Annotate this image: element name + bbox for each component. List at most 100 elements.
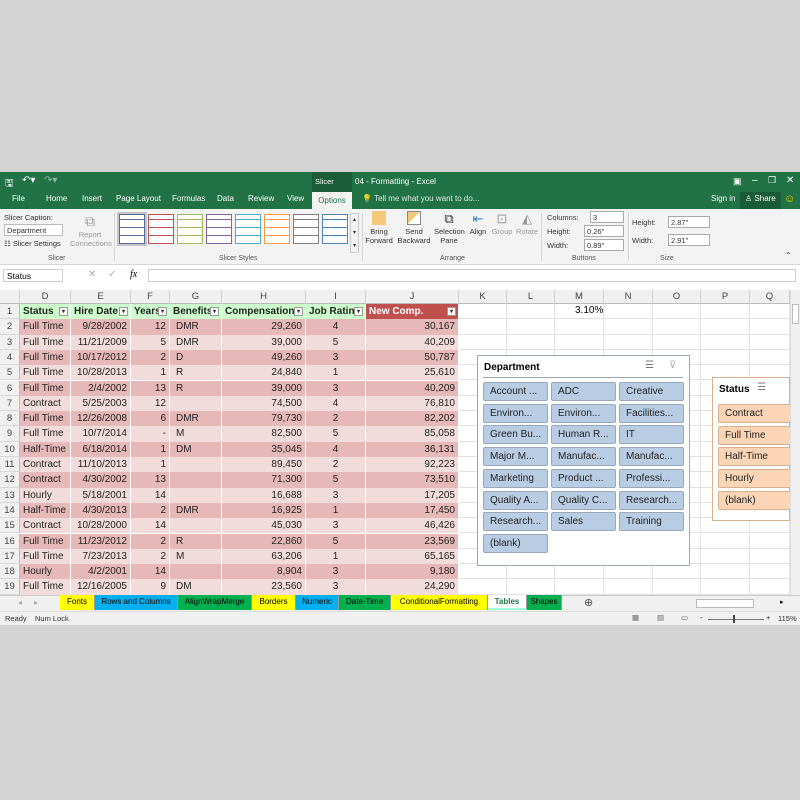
- row-header-7[interactable]: 7: [0, 395, 20, 412]
- row-header-9[interactable]: 9: [0, 426, 20, 442]
- row-header-5[interactable]: 5: [0, 365, 20, 381]
- table-cell[interactable]: 30,167: [366, 319, 459, 335]
- table-cell[interactable]: 7/23/2013: [71, 548, 131, 565]
- row-header-1[interactable]: 1: [0, 304, 20, 320]
- table-cell[interactable]: 3: [306, 579, 366, 595]
- table-cell[interactable]: 73,510: [366, 472, 459, 488]
- department-item[interactable]: Quality A...: [483, 490, 548, 510]
- grid-cell[interactable]: [653, 319, 701, 335]
- table-cell[interactable]: 85,058: [366, 426, 459, 442]
- table-cell[interactable]: 23,560: [222, 579, 306, 595]
- department-item[interactable]: Environ...: [551, 403, 616, 423]
- table-cell[interactable]: 10/28/2013: [71, 365, 131, 381]
- slicer-style-8[interactable]: [322, 214, 348, 244]
- table-cell[interactable]: 2: [131, 502, 170, 519]
- sheet-tab-alignwrapmerge[interactable]: AlignWrapMerge: [178, 595, 252, 610]
- row-header-12[interactable]: 12: [0, 472, 20, 488]
- zoom-slider[interactable]: [708, 619, 764, 620]
- grid-cell[interactable]: [459, 319, 507, 335]
- department-item[interactable]: Manufac...: [619, 447, 684, 467]
- table-cell[interactable]: 1: [306, 365, 366, 381]
- table-cell[interactable]: Contract: [20, 395, 71, 412]
- department-item[interactable]: Green Bu...: [483, 425, 548, 445]
- table-cell[interactable]: 11/23/2012: [71, 533, 131, 549]
- table-cell[interactable]: [170, 518, 222, 534]
- table-cell[interactable]: [170, 487, 222, 503]
- grid-cell[interactable]: [459, 334, 507, 350]
- row-header-19[interactable]: 19: [0, 579, 20, 595]
- grid-cell[interactable]: [604, 304, 653, 320]
- table-cell[interactable]: 10/7/2014: [71, 426, 131, 442]
- minimize-icon[interactable]: –: [752, 175, 758, 186]
- table-cell[interactable]: 25,610: [366, 365, 459, 381]
- sheet-tab-rows-and-columns[interactable]: Rows and Columns: [95, 595, 178, 610]
- table-cell[interactable]: 1: [306, 502, 366, 519]
- sheet-tab-tables[interactable]: Tables: [488, 595, 527, 610]
- table-cell[interactable]: DM: [170, 579, 222, 595]
- size-height-spinner[interactable]: 2.87": [668, 216, 710, 228]
- table-header-benefits[interactable]: Benefits ▾: [170, 304, 222, 320]
- table-cell[interactable]: 65,165: [366, 548, 459, 565]
- column-header-E[interactable]: E: [71, 290, 131, 304]
- table-cell[interactable]: Full Time: [20, 365, 71, 381]
- table-cell[interactable]: 4/30/2002: [71, 472, 131, 488]
- table-cell[interactable]: D: [170, 349, 222, 366]
- column-header-F[interactable]: F: [131, 290, 170, 304]
- clear-filter-icon[interactable]: ⊽: [669, 360, 676, 371]
- zoom-in-icon[interactable]: +: [766, 613, 770, 622]
- table-cell[interactable]: 82,500: [222, 426, 306, 442]
- department-item[interactable]: Sales: [551, 512, 616, 532]
- slicer-style-3[interactable]: [177, 214, 203, 244]
- grid-cell[interactable]: [507, 564, 555, 580]
- bring-forward-button[interactable]: Bring Forward: [364, 211, 394, 245]
- table-cell[interactable]: R: [170, 365, 222, 381]
- table-cell[interactable]: 23,569: [366, 533, 459, 549]
- table-cell[interactable]: 29,260: [222, 319, 306, 335]
- table-cell[interactable]: Hourly: [20, 487, 71, 503]
- slicer-style-2[interactable]: [148, 214, 174, 244]
- table-cell[interactable]: Hourly: [20, 564, 71, 580]
- table-cell[interactable]: Contract: [20, 472, 71, 488]
- collapse-ribbon-icon[interactable]: ⌃: [785, 251, 792, 260]
- tab-home[interactable]: Home: [46, 194, 67, 203]
- table-cell[interactable]: 10/28/2000: [71, 518, 131, 534]
- slicer-caption-input[interactable]: Department: [4, 224, 63, 236]
- row-header-15[interactable]: 15: [0, 518, 20, 534]
- table-header-hire-date[interactable]: Hire Date ▾: [71, 304, 131, 320]
- grid-cell[interactable]: [701, 349, 750, 366]
- table-cell[interactable]: 3: [306, 487, 366, 503]
- grid-cell[interactable]: [507, 579, 555, 595]
- table-cell[interactable]: DMR: [170, 502, 222, 519]
- column-header-N[interactable]: N: [604, 290, 653, 304]
- table-cell[interactable]: Full Time: [20, 380, 71, 396]
- department-item[interactable]: Human R...: [551, 425, 616, 445]
- table-cell[interactable]: 12: [131, 395, 170, 412]
- multi-select-icon[interactable]: ☰: [757, 382, 766, 393]
- slicer-settings-button[interactable]: ☷ Slicer Settings: [4, 239, 61, 248]
- table-cell[interactable]: 14: [131, 564, 170, 580]
- grid-cell[interactable]: [750, 319, 790, 335]
- share-button[interactable]: ♙ Share: [740, 192, 781, 209]
- table-cell[interactable]: DMR: [170, 411, 222, 427]
- table-cell[interactable]: 92,223: [366, 457, 459, 473]
- row-header-14[interactable]: 14: [0, 502, 20, 519]
- ribbon-display-icon[interactable]: ▣: [733, 176, 742, 187]
- page-break-view-icon[interactable]: ▭: [681, 613, 688, 622]
- grid-cell[interactable]: [459, 564, 507, 580]
- gallery-scroll[interactable]: ▴ ▾ ▾: [350, 213, 359, 253]
- grid-cell[interactable]: [750, 579, 790, 595]
- table-cell[interactable]: 12/26/2008: [71, 411, 131, 427]
- table-cell[interactable]: 63,206: [222, 548, 306, 565]
- table-cell[interactable]: 40,209: [366, 380, 459, 396]
- smiley-icon[interactable]: ☺: [784, 193, 795, 205]
- table-cell[interactable]: [170, 472, 222, 488]
- table-cell[interactable]: 5: [306, 334, 366, 350]
- department-item[interactable]: Creative: [619, 382, 684, 401]
- horizontal-scrollbar[interactable]: [696, 599, 754, 608]
- grid-cell[interactable]: [750, 564, 790, 580]
- table-cell[interactable]: DMR: [170, 334, 222, 350]
- scroll-right-icon[interactable]: ▸: [780, 598, 784, 606]
- table-cell[interactable]: [170, 457, 222, 473]
- align-button[interactable]: ⇤ Align: [467, 211, 489, 236]
- slicer-style-1[interactable]: [117, 212, 147, 246]
